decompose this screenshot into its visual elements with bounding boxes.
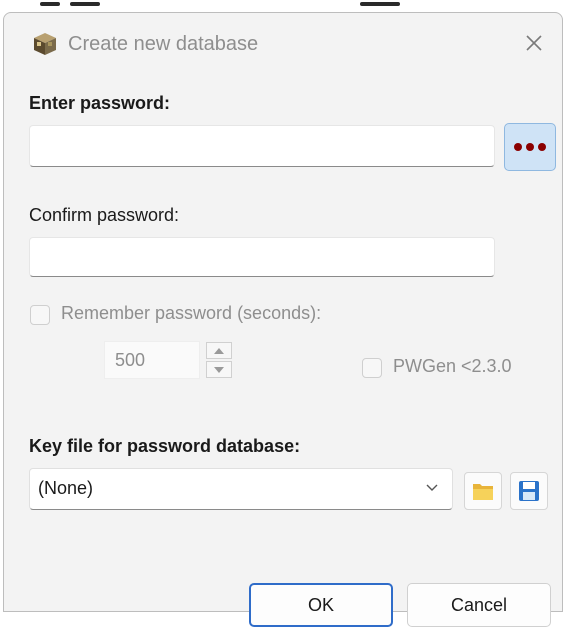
key-file-label: Key file for password database: bbox=[29, 436, 301, 456]
title-bar: Create new database bbox=[4, 13, 562, 75]
key-file-select[interactable]: (None) bbox=[29, 468, 453, 510]
save-icon bbox=[519, 481, 539, 501]
pwgen-checkbox[interactable] bbox=[362, 358, 382, 378]
confirm-password-label: Confirm password: bbox=[29, 205, 180, 225]
open-key-file-button[interactable] bbox=[464, 472, 502, 510]
remember-password-label: Remember password (seconds): bbox=[61, 303, 322, 323]
background-text-fragment bbox=[70, 2, 100, 6]
background-window-strip bbox=[0, 0, 567, 12]
pwgen-label: PWGen <2.3.0 bbox=[393, 356, 512, 376]
three-dots-icon bbox=[514, 143, 546, 151]
password-input[interactable] bbox=[29, 125, 495, 167]
ok-button[interactable]: OK bbox=[249, 583, 393, 627]
seconds-decrement-button[interactable] bbox=[206, 361, 232, 378]
confirm-password-input[interactable] bbox=[29, 237, 495, 277]
chevron-down-icon bbox=[214, 366, 224, 373]
window-title: Create new database bbox=[68, 33, 259, 55]
cancel-button[interactable]: Cancel bbox=[407, 583, 551, 627]
background-text-fragment bbox=[360, 2, 400, 6]
cube-icon bbox=[34, 33, 56, 55]
enter-password-label: Enter password: bbox=[29, 93, 171, 113]
chevron-down-icon bbox=[426, 484, 438, 491]
close-icon[interactable] bbox=[520, 29, 548, 57]
key-file-selected-value: (None) bbox=[38, 478, 94, 498]
remember-seconds-input[interactable]: 500 bbox=[104, 341, 200, 379]
chevron-up-icon bbox=[214, 347, 224, 354]
generate-password-button[interactable] bbox=[504, 123, 556, 171]
seconds-increment-button[interactable] bbox=[206, 342, 232, 359]
create-database-dialog: Create new database Enter password: Conf… bbox=[3, 12, 563, 627]
save-key-file-button[interactable] bbox=[510, 472, 548, 510]
background-text-fragment bbox=[40, 2, 60, 6]
folder-icon bbox=[473, 484, 493, 500]
remember-password-checkbox[interactable] bbox=[30, 305, 50, 325]
